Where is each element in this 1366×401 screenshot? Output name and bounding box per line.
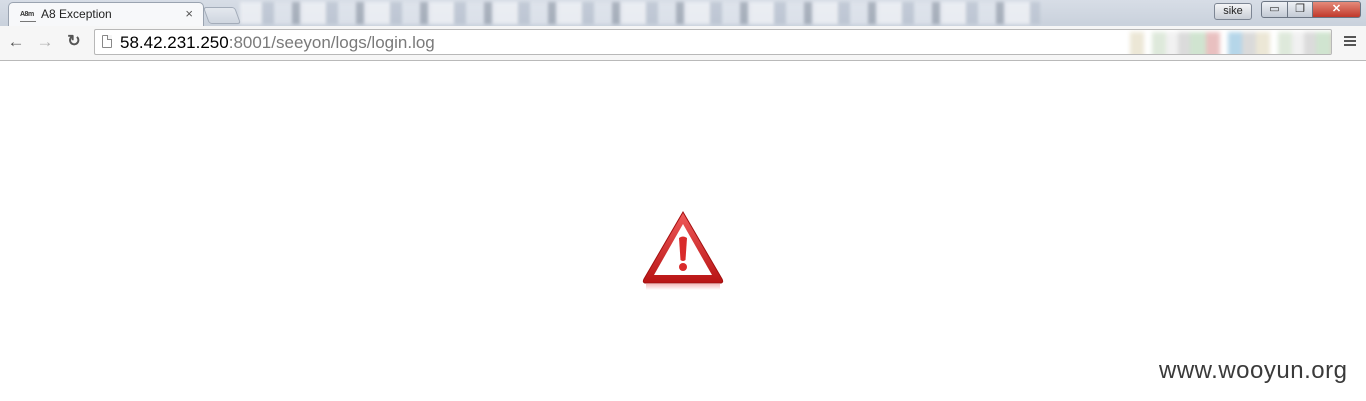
close-window-button[interactable]: ✕ (1312, 1, 1361, 18)
restore-button[interactable]: ❐ (1287, 1, 1313, 18)
url-path: :8001/seeyon/logs/login.log (228, 33, 435, 52)
warning-triangle-icon (642, 211, 724, 290)
tab-close-icon[interactable]: × (185, 6, 193, 21)
forward-arrow-icon[interactable]: → (34, 31, 56, 53)
page-icon (102, 35, 112, 48)
blurred-tabs-area (240, 2, 1040, 24)
browser-toolbar: ← → ↻ 58.42.231.250:8001/seeyon/logs/log… (0, 26, 1366, 61)
new-tab-button[interactable] (202, 7, 242, 24)
url-text[interactable]: 58.42.231.250:8001/seeyon/logs/login.log (120, 33, 435, 52)
a8-favicon-icon: A8m (20, 9, 36, 22)
profile-badge[interactable]: sike (1214, 3, 1252, 20)
back-arrow-icon[interactable]: ← (5, 31, 27, 53)
url-host: 58.42.231.250 (120, 33, 229, 52)
tab-title: A8 Exception (41, 7, 112, 21)
minimize-button[interactable]: ▭ (1261, 1, 1288, 18)
browser-window: A8m A8 Exception × sike ▭ ❐ ✕ ← → ↻ 58.4… (0, 0, 1366, 401)
active-tab[interactable]: A8m A8 Exception × (8, 2, 204, 26)
blurred-extensions-area (1130, 32, 1331, 54)
menu-icon[interactable] (1342, 34, 1358, 52)
watermark-text: www.wooyun.org (1159, 357, 1348, 384)
address-bar[interactable]: 58.42.231.250:8001/seeyon/logs/login.log (94, 29, 1332, 55)
reload-icon[interactable]: ↻ (63, 31, 85, 53)
tab-strip: A8m A8 Exception × sike ▭ ❐ ✕ (0, 0, 1366, 26)
page-content: www.wooyun.org (0, 61, 1366, 401)
